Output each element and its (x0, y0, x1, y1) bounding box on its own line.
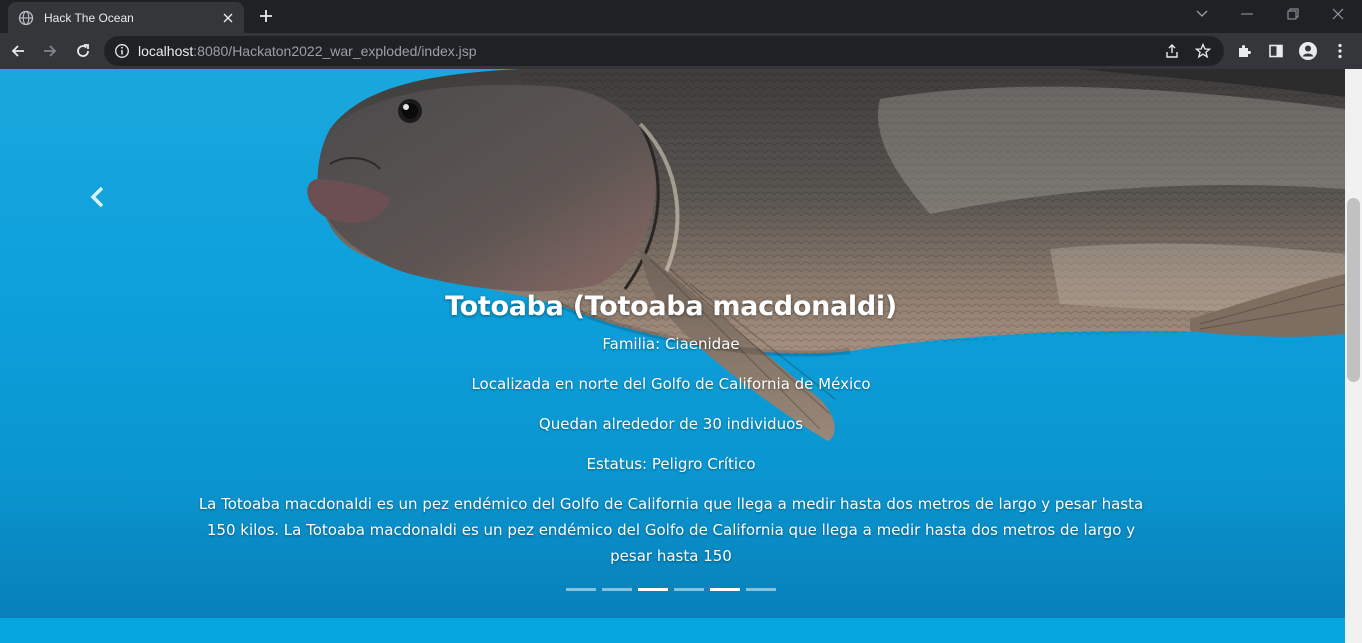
globe-icon (18, 10, 34, 26)
species-location: Localizada en norte del Golfo de Califor… (471, 375, 871, 393)
carousel-indicator[interactable] (674, 588, 704, 591)
carousel-caption: Totoaba (Totoaba macdonaldi) Familia: Ci… (190, 291, 1152, 583)
species-family: Familia: Ciaenidae (602, 335, 740, 353)
species-description: La Totoaba macdonaldi es un pez endémico… (198, 495, 1144, 565)
close-tab-icon[interactable] (220, 10, 236, 26)
species-title: Totoaba (Totoaba macdonaldi) (445, 291, 897, 322)
reload-button[interactable] (71, 39, 95, 63)
browser-tab[interactable]: Hack The Ocean (8, 2, 244, 33)
browser-toolbar: localhost:8080/Hackaton2022_war_exploded… (0, 33, 1362, 69)
forward-button[interactable] (38, 39, 62, 63)
species-population: Quedan alrededor de 30 individuos (538, 415, 804, 433)
side-panel-icon[interactable] (1264, 39, 1288, 63)
new-tab-button[interactable] (256, 6, 276, 26)
tab-strip: Hack The Ocean (0, 0, 1362, 33)
extensions-icon[interactable] (1232, 39, 1256, 63)
profile-avatar-icon[interactable] (1296, 39, 1320, 63)
chevron-left-icon (90, 186, 104, 208)
url-host: localhost (138, 43, 194, 59)
carousel-indicator[interactable] (566, 588, 596, 591)
minimize-button[interactable] (1227, 0, 1267, 28)
back-button[interactable] (6, 39, 30, 63)
carousel-previous-button[interactable] (80, 177, 116, 217)
tab-title: Hack The Ocean (44, 10, 134, 25)
species-status: Estatus: Peligro Crítico (586, 455, 756, 473)
restore-button[interactable] (1273, 0, 1313, 28)
address-bar[interactable]: localhost:8080/Hackaton2022_war_exploded… (104, 36, 1224, 66)
carousel-indicator[interactable] (602, 588, 632, 591)
species-carousel: Totoaba (Totoaba macdonaldi) Familia: Ci… (0, 69, 1345, 618)
site-info-icon[interactable] (114, 43, 130, 59)
tab-search-icon[interactable] (1182, 0, 1222, 28)
share-icon[interactable] (1160, 39, 1184, 63)
carousel-indicator[interactable] (746, 588, 776, 591)
carousel-indicators (566, 588, 776, 592)
carousel-indicator[interactable] (638, 588, 668, 591)
browser-menu-icon[interactable] (1328, 39, 1352, 63)
vertical-scrollbar[interactable] (1345, 69, 1362, 643)
scrollbar-thumb[interactable] (1347, 198, 1360, 382)
bookmark-star-icon[interactable] (1191, 39, 1215, 63)
carousel-indicator[interactable] (710, 588, 740, 591)
page-section-below (0, 618, 1345, 643)
url-path: :8080/Hackaton2022_war_exploded/index.js… (193, 43, 477, 59)
url-text: localhost:8080/Hackaton2022_war_exploded… (138, 43, 477, 59)
page-viewport: Totoaba (Totoaba macdonaldi) Familia: Ci… (0, 69, 1362, 643)
window-close-button[interactable] (1318, 0, 1358, 28)
